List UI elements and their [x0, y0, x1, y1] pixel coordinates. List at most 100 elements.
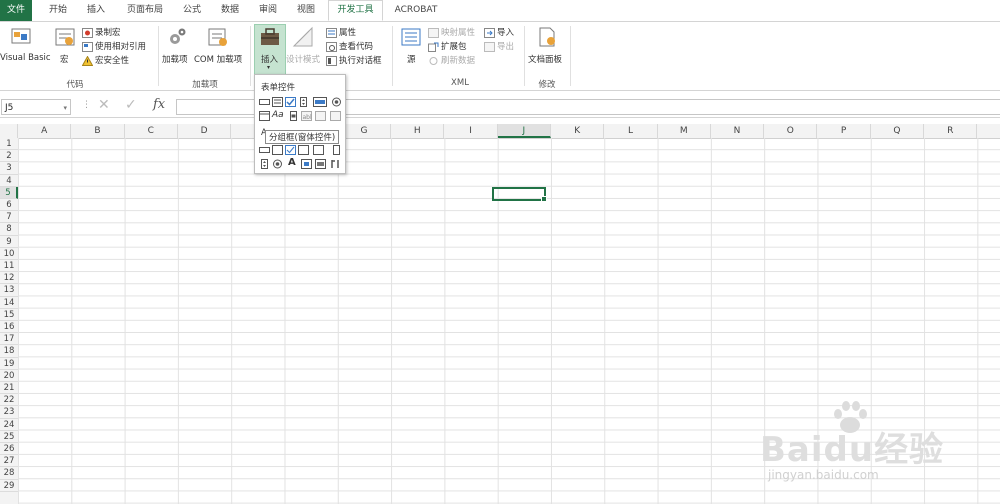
row-header-1[interactable]: 1	[0, 138, 18, 151]
row-header-21[interactable]: 21	[0, 382, 18, 395]
combo-list-edit-icon[interactable]	[315, 111, 326, 121]
activex-spin-icon[interactable]	[259, 159, 270, 169]
addins-button[interactable]: 加载项	[162, 53, 188, 65]
name-box[interactable]: J5 ▾	[1, 99, 71, 115]
properties-button[interactable]: 属性	[326, 26, 356, 38]
spin-button-icon[interactable]	[298, 97, 309, 107]
insert-function-icon[interactable]: fx	[153, 97, 165, 112]
more-controls-icon[interactable]	[330, 159, 341, 169]
activex-listbox-icon[interactable]	[298, 145, 309, 155]
column-header-d[interactable]: D	[178, 124, 232, 138]
relative-ref-button[interactable]: 使用相对引用	[82, 40, 146, 52]
column-header-a[interactable]: A	[18, 124, 72, 138]
column-header-i[interactable]: I	[444, 124, 498, 138]
row-header-29[interactable]: 29	[0, 480, 18, 492]
row-header-2[interactable]: 2	[0, 150, 18, 163]
label-control-icon[interactable]: Aa	[272, 110, 284, 120]
row-header-15[interactable]: 15	[0, 309, 18, 321]
visual-basic-button[interactable]: Visual Basic	[0, 53, 51, 63]
row-header-16[interactable]: 16	[0, 321, 18, 334]
record-macro-button[interactable]: 录制宏	[82, 26, 121, 38]
row-header-27[interactable]: 27	[0, 455, 18, 468]
row-header-22[interactable]: 22	[0, 394, 18, 407]
view-code-button[interactable]: 查看代码	[326, 40, 373, 52]
refresh-data-button[interactable]: 刷新数据	[428, 54, 475, 66]
checkbox-icon[interactable]	[285, 97, 296, 107]
row-header-23[interactable]: 23	[0, 406, 18, 419]
xml-source-button[interactable]: 源	[407, 53, 416, 65]
text-field-icon[interactable]: abl	[301, 111, 312, 121]
column-header-m[interactable]: M	[658, 124, 711, 138]
tab-review[interactable]: 审阅	[254, 0, 282, 21]
selected-cell-j5[interactable]	[492, 187, 547, 202]
column-header-o[interactable]: O	[764, 124, 818, 138]
macro-button[interactable]: 宏	[60, 53, 69, 65]
tab-data[interactable]: 数据	[216, 0, 244, 21]
insert-control-button[interactable]: 插入 ▾	[254, 24, 286, 76]
row-header-18[interactable]: 18	[0, 345, 18, 358]
tab-view[interactable]: 视图	[292, 0, 320, 21]
activex-checkbox-icon[interactable]	[285, 145, 296, 155]
activex-textbox-icon[interactable]	[313, 145, 324, 155]
run-dialog-button[interactable]: 执行对话框	[326, 54, 382, 66]
button-control-icon[interactable]	[259, 97, 270, 107]
row-header-14[interactable]: 14	[0, 297, 18, 309]
row-header-17[interactable]: 17	[0, 333, 18, 346]
activex-label-icon[interactable]: A	[288, 157, 296, 168]
column-header-b[interactable]: B	[71, 124, 125, 138]
design-mode-button[interactable]: 设计模式	[286, 53, 320, 65]
row-header-4[interactable]: 4	[0, 175, 18, 187]
row-header-7[interactable]: 7	[0, 211, 18, 224]
tab-file[interactable]: 文件	[0, 0, 32, 21]
combo-box-icon[interactable]	[272, 97, 283, 107]
group-box-icon[interactable]	[259, 111, 270, 121]
combo-dropdown-edit-icon[interactable]	[330, 111, 341, 121]
tab-insert[interactable]: 插入	[82, 0, 110, 21]
tab-acrobat[interactable]: ACROBAT	[392, 0, 440, 21]
scroll-bar-icon[interactable]	[288, 111, 299, 121]
tab-formulas[interactable]: 公式	[178, 0, 206, 21]
column-header-l[interactable]: L	[604, 124, 658, 138]
row-header-25[interactable]: 25	[0, 431, 18, 443]
column-header-s[interactable]: S	[977, 124, 1000, 138]
tab-developer[interactable]: 开发工具	[328, 0, 383, 21]
column-header-r[interactable]: R	[924, 124, 978, 138]
import-button[interactable]: 导入	[484, 26, 514, 38]
activex-button-icon[interactable]	[259, 145, 270, 155]
row-header-20[interactable]: 20	[0, 370, 18, 382]
activex-combo-icon[interactable]	[272, 145, 283, 155]
column-header-n[interactable]: N	[711, 124, 765, 138]
activex-toggle-icon[interactable]	[315, 159, 326, 169]
map-properties-button[interactable]: 映射属性	[428, 26, 475, 38]
row-header-6[interactable]: 6	[0, 199, 18, 212]
column-header-j[interactable]: J	[497, 124, 551, 138]
column-header-h[interactable]: H	[391, 124, 445, 138]
row-header-19[interactable]: 19	[0, 358, 18, 370]
row-header-5[interactable]: 5	[0, 186, 18, 199]
activex-image-icon[interactable]	[301, 159, 312, 169]
chevron-down-icon[interactable]: ▾	[63, 100, 67, 116]
row-header-9[interactable]: 9	[0, 236, 18, 248]
com-addins-button[interactable]: COM 加载项	[194, 53, 242, 65]
document-panel-button[interactable]: 文档面板	[528, 53, 562, 65]
column-header-c[interactable]: C	[125, 124, 178, 138]
option-button-icon[interactable]	[331, 97, 342, 107]
export-button[interactable]: 导出	[484, 40, 514, 52]
row-header-26[interactable]: 26	[0, 443, 18, 456]
row-header-28[interactable]: 28	[0, 467, 18, 480]
tab-page-layout[interactable]: 页面布局	[120, 0, 170, 21]
row-header-8[interactable]: 8	[0, 223, 18, 236]
column-header-k[interactable]: K	[551, 124, 605, 138]
row-header-13[interactable]: 13	[0, 284, 18, 297]
row-header-24[interactable]: 24	[0, 419, 18, 431]
activex-option-icon[interactable]	[272, 159, 283, 169]
expansion-packs-button[interactable]: 扩展包	[428, 40, 467, 52]
macro-security-button[interactable]: 宏安全性	[82, 54, 129, 66]
row-header-10[interactable]: 10	[0, 248, 18, 260]
cancel-icon[interactable]: ✕	[98, 97, 110, 113]
row-header-11[interactable]: 11	[0, 260, 18, 273]
row-header-3[interactable]: 3	[0, 162, 18, 175]
column-header-q[interactable]: Q	[871, 124, 925, 138]
tab-home[interactable]: 开始	[44, 0, 72, 21]
column-header-p[interactable]: P	[818, 124, 871, 138]
